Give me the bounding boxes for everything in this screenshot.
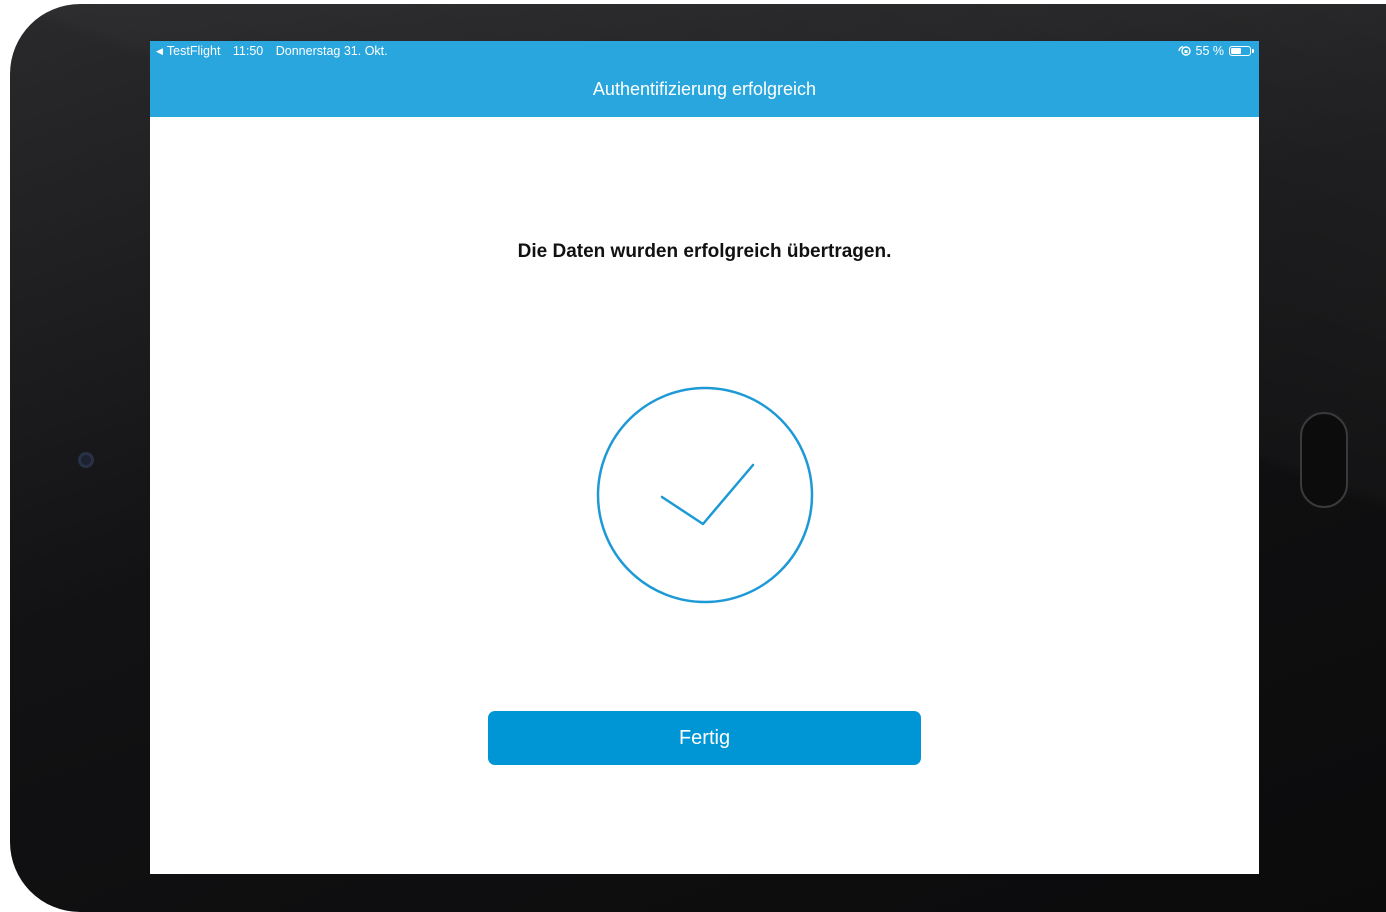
back-app-label: TestFlight	[166, 44, 221, 58]
success-message: Die Daten wurden erfolgreich übertragen.	[517, 241, 892, 262]
orientation-lock-icon	[1177, 45, 1191, 56]
status-left[interactable]: ◀ TestFlight 11:50 Donnerstag 31. Okt.	[156, 44, 397, 58]
battery-fill	[1231, 48, 1241, 54]
status-time: 11:50	[232, 44, 264, 58]
front-camera	[78, 452, 94, 468]
done-button[interactable]: Fertig	[488, 711, 921, 765]
home-button[interactable]	[1300, 412, 1348, 508]
status-date: Donnerstag 31. Okt.	[275, 44, 388, 58]
page-title: Authentifizierung erfolgreich	[592, 79, 817, 99]
battery-tip	[1252, 49, 1254, 53]
header-bar: ◀ TestFlight 11:50 Donnerstag 31. Okt. 55…	[150, 41, 1259, 117]
checkmark-circle-icon	[596, 386, 814, 604]
battery-percent: 55 %	[1195, 44, 1225, 58]
status-right: 55 %	[1177, 44, 1254, 58]
battery-icon	[1229, 46, 1254, 56]
back-triangle-icon: ◀	[156, 46, 163, 56]
app-screen: ◀ TestFlight 11:50 Donnerstag 31. Okt. 55…	[150, 41, 1259, 874]
status-bar: ◀ TestFlight 11:50 Donnerstag 31. Okt. 55…	[150, 41, 1259, 63]
